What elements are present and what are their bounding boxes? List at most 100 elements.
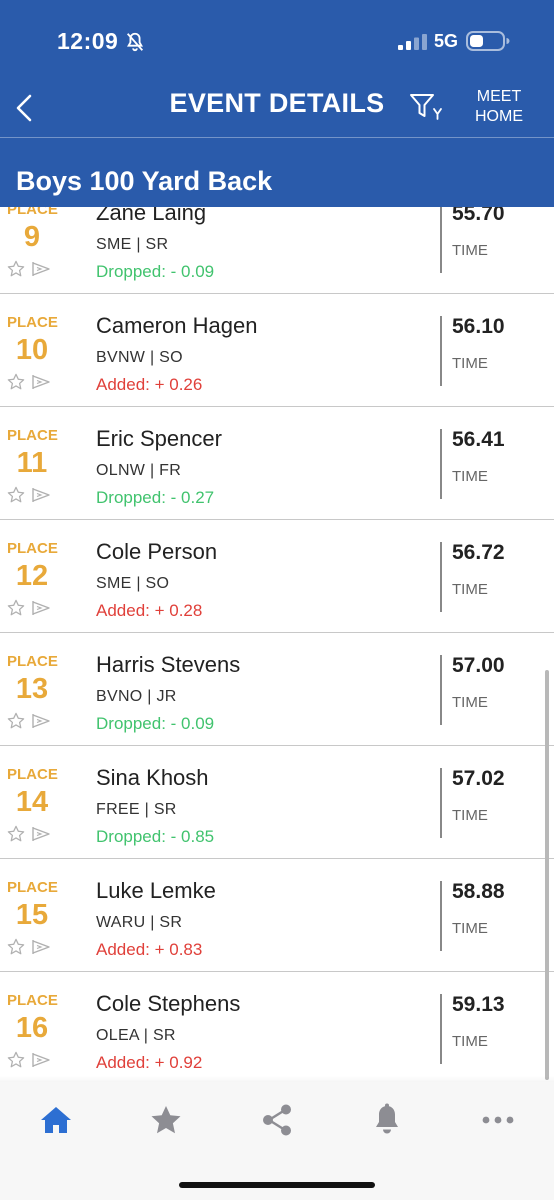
time-difference: Added: + 0.92	[96, 1053, 203, 1072]
pennant-icon[interactable]	[31, 600, 51, 616]
filter-icon[interactable]	[409, 92, 445, 122]
place-number: 9	[23, 221, 41, 253]
result-time: 56.72	[452, 541, 505, 564]
team-class: SME | SR	[96, 236, 169, 253]
column-divider	[440, 207, 442, 273]
pennant-icon[interactable]	[31, 487, 51, 503]
column-divider	[440, 542, 442, 612]
star-outline-icon[interactable]	[7, 938, 25, 956]
result-row[interactable]: PLACE 11 Eric Spencer OLNW | FR Dropped:…	[0, 407, 554, 520]
result-time: 59.13	[452, 993, 505, 1016]
column-divider	[440, 429, 442, 499]
nav-share[interactable]	[257, 1102, 297, 1138]
result-row[interactable]: PLACE 16 Cole Stephens OLEA | SR Added: …	[0, 972, 554, 1082]
time-difference: Added: + 0.83	[96, 940, 203, 959]
result-row[interactable]: PLACE 9 Zane Laing SME | SR Dropped: - 0…	[0, 207, 554, 294]
athlete-name: Zane Laing	[96, 207, 207, 225]
home-icon	[41, 1107, 71, 1133]
time-label: TIME	[452, 1033, 488, 1050]
place-number: 14	[15, 786, 49, 818]
share-icon	[263, 1104, 291, 1136]
team-class: WARU | SR	[96, 914, 183, 931]
athlete-name: Sina Khosh	[96, 765, 209, 790]
athlete-name: Eric Spencer	[96, 426, 222, 451]
top-bar: 12:09 5G EVENT DETAILS MEET HOME Boys 10…	[0, 0, 554, 207]
time-difference: Dropped: - 0.27	[96, 488, 215, 507]
place-label: PLACE	[7, 427, 58, 444]
star-outline-icon[interactable]	[7, 373, 25, 391]
place-number: 10	[15, 334, 49, 366]
place-number: 12	[15, 560, 49, 592]
star-outline-icon[interactable]	[7, 486, 25, 504]
result-row[interactable]: PLACE 14 Sina Khosh FREE | SR Dropped: -…	[0, 746, 554, 859]
athlete-name: Cole Person	[96, 539, 218, 564]
nav-favorites[interactable]	[146, 1102, 186, 1138]
team-class: OLNW | FR	[96, 462, 182, 479]
place-number: 15	[15, 899, 49, 931]
time-label: TIME	[452, 468, 488, 485]
column-divider	[440, 994, 442, 1064]
star-outline-icon[interactable]	[7, 1051, 25, 1069]
place-number: 16	[15, 1012, 49, 1044]
pennant-icon[interactable]	[31, 1052, 51, 1068]
result-time: 57.02	[452, 767, 505, 790]
star-outline-icon[interactable]	[7, 260, 25, 278]
column-divider	[440, 768, 442, 838]
meet-home-button[interactable]: MEET HOME	[464, 87, 534, 127]
result-row[interactable]: PLACE 15 Luke Lemke WARU | SR Added: + 0…	[0, 859, 554, 972]
result-row[interactable]: PLACE 10 Cameron Hagen BVNW | SO Added: …	[0, 294, 554, 407]
time-difference: Dropped: - 0.85	[96, 827, 215, 846]
pennant-icon[interactable]	[31, 374, 51, 390]
time-difference: Added: + 0.28	[96, 601, 203, 620]
team-class: BVNW | SO	[96, 349, 183, 366]
column-divider	[440, 316, 442, 386]
place-label: PLACE	[7, 766, 58, 783]
home-indicator	[179, 1182, 375, 1188]
place-label: PLACE	[7, 207, 58, 218]
status-time: 12:09	[57, 28, 119, 54]
header-divider	[0, 137, 554, 138]
star-outline-icon[interactable]	[7, 599, 25, 617]
result-time: 55.70	[452, 207, 505, 225]
nav-home[interactable]	[36, 1102, 76, 1138]
result-time: 57.00	[452, 654, 505, 677]
bell-slash-icon	[126, 32, 144, 52]
team-class: BVNO | JR	[96, 688, 177, 705]
pennant-icon[interactable]	[31, 939, 51, 955]
results-list[interactable]: PLACE 9 Zane Laing SME | SR Dropped: - 0…	[0, 207, 554, 1082]
place-label: PLACE	[7, 879, 58, 896]
time-difference: Added: + 0.26	[96, 375, 203, 394]
meet-home-line2: HOME	[475, 108, 523, 125]
star-outline-icon[interactable]	[7, 712, 25, 730]
team-class: SME | SO	[96, 575, 170, 592]
result-row[interactable]: PLACE 13 Harris Stevens BVNO | JR Droppe…	[0, 633, 554, 746]
signal-icon	[398, 34, 427, 50]
nav-more[interactable]	[478, 1102, 518, 1138]
result-time: 56.41	[452, 428, 505, 451]
time-label: TIME	[452, 694, 488, 711]
time-label: TIME	[452, 581, 488, 598]
scrollbar[interactable]	[545, 670, 549, 1080]
pennant-icon[interactable]	[31, 713, 51, 729]
team-class: FREE | SR	[96, 801, 177, 818]
time-difference: Dropped: - 0.09	[96, 262, 215, 281]
athlete-name: Harris Stevens	[96, 652, 241, 677]
nav-notifications[interactable]	[367, 1102, 407, 1138]
athlete-name: Cole Stephens	[96, 991, 241, 1016]
pennant-icon[interactable]	[31, 261, 51, 277]
pennant-icon[interactable]	[31, 826, 51, 842]
place-label: PLACE	[7, 540, 58, 557]
column-divider	[440, 655, 442, 725]
app-screen: 12:09 5G EVENT DETAILS MEET HOME Boys 10…	[0, 0, 554, 1200]
time-label: TIME	[452, 807, 488, 824]
star-icon	[151, 1106, 181, 1134]
athlete-name: Luke Lemke	[96, 878, 216, 903]
result-row[interactable]: PLACE 12 Cole Person SME | SO Added: + 0…	[0, 520, 554, 633]
result-time: 56.10	[452, 315, 505, 338]
meet-home-line1: MEET	[476, 88, 522, 105]
star-outline-icon[interactable]	[7, 825, 25, 843]
place-label: PLACE	[7, 314, 58, 331]
more-icon	[482, 1116, 514, 1124]
event-name: Boys 100 Yard Back	[16, 166, 273, 196]
place-label: PLACE	[7, 653, 58, 670]
